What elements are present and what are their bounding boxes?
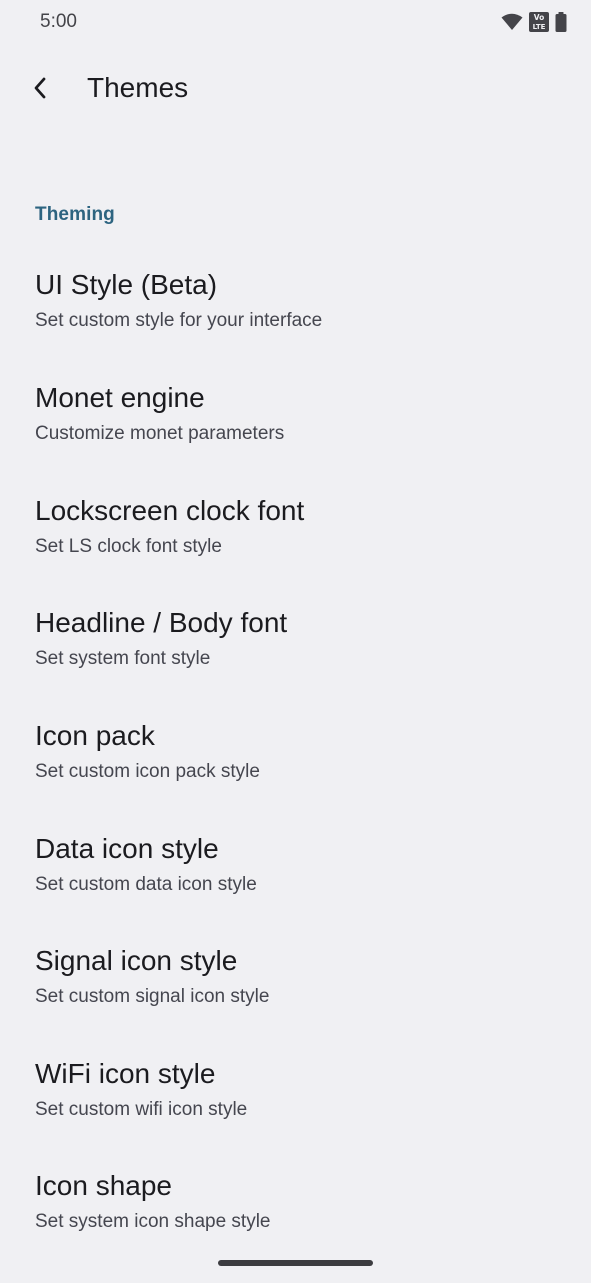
- setting-summary: Set custom wifi icon style: [35, 1099, 248, 1120]
- setting-headline-body-font[interactable]: Headline / Body font Set system font sty…: [0, 607, 591, 720]
- status-icons: Vo LTE: [501, 11, 567, 33]
- setting-monet-engine[interactable]: Monet engine Customize monet parameters: [0, 382, 591, 495]
- volte-label-top: Vo: [534, 13, 545, 22]
- volte-icon: Vo LTE: [529, 12, 549, 32]
- setting-title: UI Style (Beta): [35, 269, 218, 300]
- setting-summary: Set custom data icon style: [35, 874, 257, 895]
- back-arrow-icon: [33, 77, 47, 104]
- wifi-icon: [501, 13, 523, 31]
- setting-signal-icon-style[interactable]: Signal icon style Set custom signal icon…: [0, 945, 591, 1058]
- setting-summary: Set LS clock font style: [35, 536, 222, 557]
- setting-summary: Set custom style for your interface: [35, 310, 323, 331]
- app-bar: Themes: [0, 58, 591, 122]
- status-time: 5:00: [40, 11, 77, 32]
- setting-title: Icon pack: [35, 720, 155, 751]
- setting-title: Lockscreen clock font: [35, 495, 305, 526]
- setting-icon-pack[interactable]: Icon pack Set custom icon pack style: [0, 720, 591, 833]
- battery-icon: [555, 12, 567, 32]
- setting-summary: Set custom icon pack style: [35, 761, 260, 782]
- setting-data-icon-style[interactable]: Data icon style Set custom data icon sty…: [0, 833, 591, 946]
- page-title: Themes: [87, 72, 189, 103]
- setting-title: Signal icon style: [35, 945, 238, 976]
- setting-ui-style[interactable]: UI Style (Beta) Set custom style for you…: [0, 269, 591, 382]
- back-button[interactable]: [20, 70, 60, 110]
- setting-icon-shape[interactable]: Icon shape Set system icon shape style: [0, 1170, 591, 1283]
- gesture-nav-handle[interactable]: [218, 1260, 373, 1266]
- setting-title: Data icon style: [35, 833, 219, 864]
- setting-summary: Set system icon shape style: [35, 1211, 271, 1232]
- setting-wifi-icon-style[interactable]: WiFi icon style Set custom wifi icon sty…: [0, 1058, 591, 1171]
- setting-summary: Customize monet parameters: [35, 423, 285, 444]
- setting-title: Icon shape: [35, 1170, 172, 1201]
- setting-summary: Set custom signal icon style: [35, 986, 270, 1007]
- volte-label-bottom: LTE: [533, 23, 546, 31]
- setting-lockscreen-clock-font[interactable]: Lockscreen clock font Set LS clock font …: [0, 495, 591, 608]
- section-header-theming: Theming: [35, 204, 115, 225]
- setting-title: Monet engine: [35, 382, 205, 413]
- setting-title: Headline / Body font: [35, 607, 288, 638]
- status-bar: 5:00 Vo LTE: [0, 0, 591, 46]
- setting-title: WiFi icon style: [35, 1058, 216, 1089]
- setting-summary: Set system font style: [35, 648, 211, 669]
